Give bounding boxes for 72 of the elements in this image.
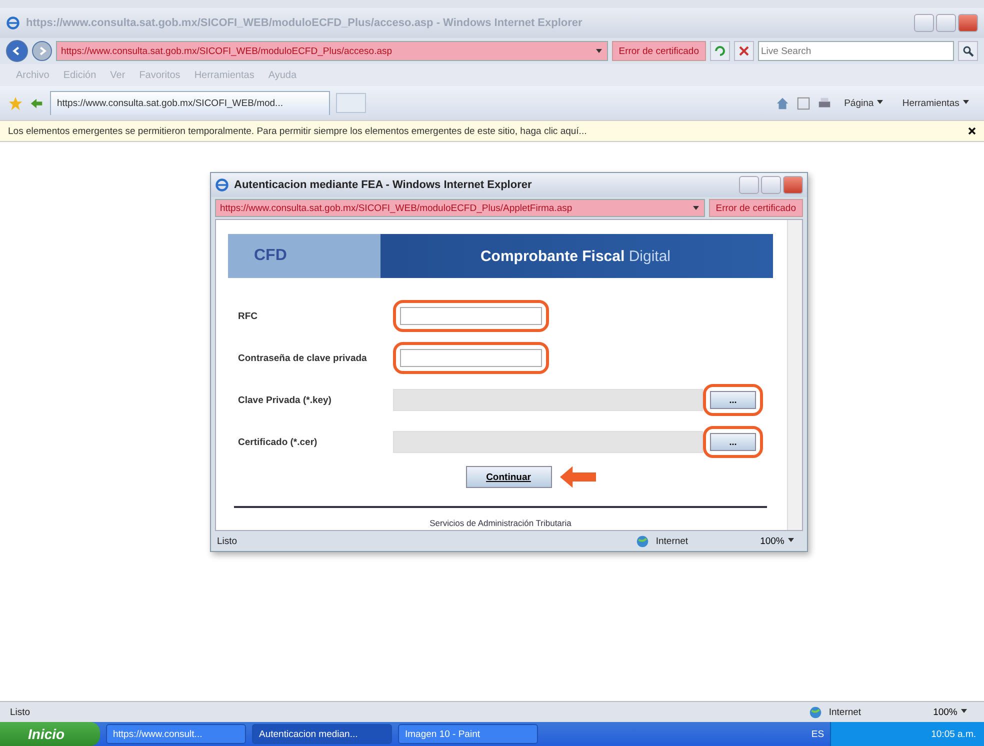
- continue-button[interactable]: Continuar: [466, 466, 552, 488]
- toolbar-menu-button[interactable]: Página: [838, 96, 890, 110]
- refresh-icon: [714, 45, 726, 57]
- window-title: Autenticacion mediante FEA - Windows Internet Explorer: [234, 179, 532, 191]
- taskbar-button[interactable]: Imagen 10 - Paint: [398, 724, 538, 744]
- browser-icon: [6, 16, 20, 30]
- menu-item[interactable]: Edición: [57, 68, 102, 82]
- browser-tab[interactable]: https://www.consulta.sat.gob.mx/SICOFI_WEB/mod...: [50, 91, 330, 115]
- browse-button[interactable]: ...: [710, 391, 756, 409]
- caret-icon: [787, 536, 795, 544]
- browser-icon: [215, 178, 229, 192]
- security-zone: Internet: [656, 536, 688, 546]
- minimize-button[interactable]: [739, 176, 759, 194]
- printer-icon[interactable]: [817, 96, 832, 110]
- close-button[interactable]: [783, 176, 803, 194]
- stop-icon: [738, 45, 750, 57]
- status-text: Listo: [10, 706, 30, 718]
- maximize-button[interactable]: [761, 176, 781, 194]
- logo: CFD: [253, 247, 288, 265]
- caret-icon[interactable]: [692, 204, 700, 212]
- field-label: RFC: [238, 310, 259, 322]
- address-field[interactable]: https://www.consulta.sat.gob.mx/SICOFI_WEB/moduloECFD_Plus/acceso.asp: [56, 41, 608, 61]
- certificate-error-button[interactable]: Error de certificado: [708, 199, 803, 217]
- clock: 10:05 a.m.: [931, 728, 976, 740]
- caret-icon: [876, 98, 884, 106]
- field-label: Clave Privada (*.key): [238, 394, 332, 406]
- caret-icon: [960, 706, 968, 714]
- star-icon[interactable]: [8, 96, 23, 110]
- language-indicator: ES: [811, 728, 824, 740]
- security-zone: Internet: [828, 706, 862, 718]
- close-button[interactable]: [958, 14, 978, 32]
- banner-title: Comprobante Fiscal Digital: [479, 248, 672, 264]
- browse-button[interactable]: ...: [710, 433, 756, 451]
- information-bar[interactable]: Los elementos emergentes se permitieron temporalmente. Para permitir siempre los elementos emergentes de este sitio, haga clic aquí...: [0, 120, 984, 142]
- forward-button[interactable]: [32, 41, 52, 61]
- field-label: Contraseña de clave privada: [238, 352, 368, 364]
- maximize-button[interactable]: [936, 14, 956, 32]
- search-button[interactable]: [958, 41, 978, 61]
- zoom-button[interactable]: 100%: [927, 706, 974, 718]
- menu-item[interactable]: Archivo: [10, 68, 56, 82]
- footer-text: Servicios de Administración Tributaria: [428, 518, 572, 528]
- certificate-error-button[interactable]: Error de certificado: [612, 41, 706, 61]
- arrow-icon: [560, 466, 596, 488]
- input-field[interactable]: [400, 307, 542, 325]
- address-field[interactable]: https://www.consulta.sat.gob.mx/SICOFI_WEB/moduloECFD_Plus/AppletFirma.asp: [215, 199, 705, 217]
- taskbar-button[interactable]: Autenticacion median...: [252, 724, 392, 744]
- globe-icon: [808, 704, 823, 720]
- stop-button[interactable]: [734, 41, 754, 61]
- menu-item[interactable]: Herramientas: [188, 68, 260, 82]
- close-icon[interactable]: [968, 127, 976, 135]
- back-button[interactable]: [6, 40, 28, 62]
- zoom-button[interactable]: 100%: [754, 534, 801, 548]
- field-label: Certificado (*.cer): [238, 436, 318, 448]
- home-icon[interactable]: [775, 96, 790, 110]
- taskbar-button[interactable]: https://www.consult...: [106, 724, 246, 744]
- minimize-button[interactable]: [914, 14, 934, 32]
- status-text: Listo: [217, 536, 238, 546]
- globe-icon: [634, 534, 650, 548]
- refresh-button[interactable]: [710, 41, 730, 61]
- menu-item[interactable]: Ver: [104, 68, 132, 82]
- start-button[interactable]: Inicio: [0, 722, 100, 746]
- toolbar-menu-button[interactable]: Herramientas: [896, 96, 976, 110]
- scrollbar[interactable]: [787, 220, 802, 530]
- menu-item[interactable]: Favoritos: [133, 68, 186, 82]
- search-icon: [962, 45, 974, 57]
- window-title: https://www.consulta.sat.gob.mx/SICOFI_WEB/moduloECFD_Plus/acceso.asp - Windows Internet Explorer: [26, 17, 582, 29]
- input-field[interactable]: [400, 349, 542, 367]
- search-field[interactable]: Live Search: [758, 41, 954, 61]
- caret-icon: [962, 98, 970, 106]
- menu-item[interactable]: Ayuda: [262, 68, 303, 82]
- new-tab-button[interactable]: [336, 93, 366, 113]
- caret-icon[interactable]: [594, 47, 603, 55]
